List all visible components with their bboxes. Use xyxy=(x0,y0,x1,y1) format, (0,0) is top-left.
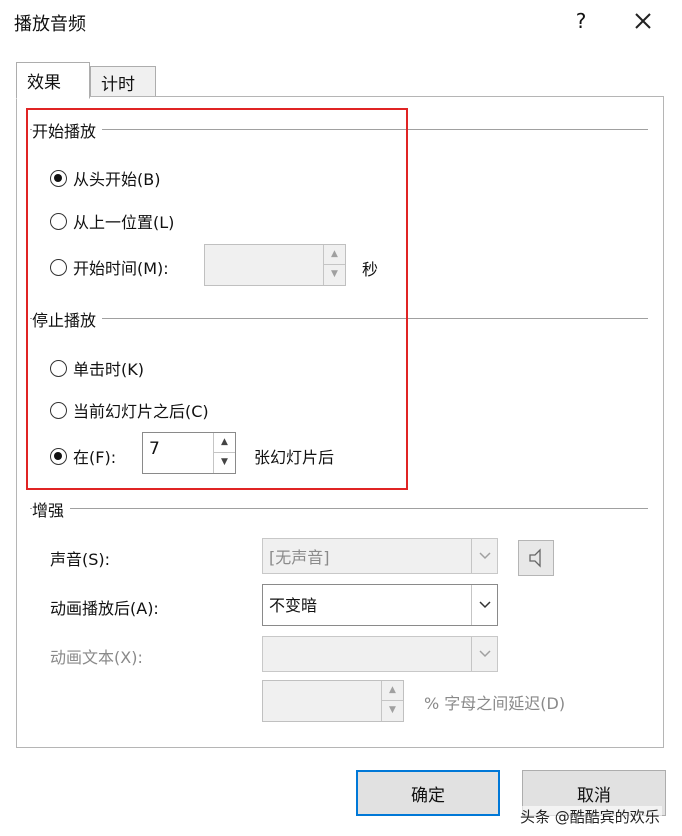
radio-button[interactable] xyxy=(50,212,67,230)
start-group-divider xyxy=(30,129,648,130)
spin-down-icon[interactable]: ▼ xyxy=(382,701,403,721)
start-group-label: 开始播放 xyxy=(32,118,103,142)
slides-count-spinner[interactable]: 7 ▲ ▼ xyxy=(142,432,236,474)
animate-text-dropdown[interactable] xyxy=(262,636,498,672)
stop-group-divider xyxy=(30,318,648,319)
dialog-title: 播放音频 xyxy=(14,14,86,35)
radio-from-beginning[interactable]: 从头开始(B) xyxy=(50,166,160,190)
chevron-down-icon xyxy=(478,552,491,560)
spin-up-icon[interactable]: ▲ xyxy=(382,681,403,701)
letter-delay-spinner[interactable]: ▲ ▼ xyxy=(262,680,404,722)
enhance-group-divider xyxy=(30,508,648,509)
radio-button[interactable] xyxy=(50,447,67,465)
radio-label: 从上一位置(L) xyxy=(73,213,175,232)
animate-text-label: 动画文本(X): xyxy=(50,648,143,667)
radio-from-last-position[interactable]: 从上一位置(L) xyxy=(50,209,174,233)
radio-after-current-slide[interactable]: 当前幻灯片之后(C) xyxy=(50,398,209,422)
sound-label: 声音(S): xyxy=(50,550,111,569)
watermark: 头条 @酷酷宾的欢乐 xyxy=(518,806,662,827)
close-button[interactable] xyxy=(626,4,660,38)
after-animation-value: 不变暗 xyxy=(269,596,318,615)
spin-down-icon[interactable]: ▼ xyxy=(324,265,345,285)
ok-button[interactable]: 确定 xyxy=(356,770,500,816)
sound-dropdown[interactable]: [无声音] xyxy=(262,538,498,574)
after-animation-dropdown[interactable]: 不变暗 xyxy=(262,584,498,626)
spin-up-icon[interactable]: ▲ xyxy=(214,433,235,453)
radio-label: 从头开始(B) xyxy=(73,170,161,189)
radio-label: 单击时(K) xyxy=(73,360,144,379)
chevron-down-icon xyxy=(478,601,491,609)
slides-count-value: 7 xyxy=(149,439,160,459)
chevron-down-icon xyxy=(478,650,491,658)
start-time-spinner[interactable]: ▲ ▼ xyxy=(204,244,346,286)
radio-on-click[interactable]: 单击时(K) xyxy=(50,356,144,380)
radio-button[interactable] xyxy=(50,258,67,276)
radio-label: 当前幻灯片之后(C) xyxy=(73,402,209,421)
help-button[interactable]: ? xyxy=(566,6,596,36)
title-bar: 播放音频 ? xyxy=(0,0,682,44)
radio-label: 在(F): xyxy=(73,448,117,467)
sound-value: [无声音] xyxy=(269,548,330,567)
sound-preview-button[interactable] xyxy=(518,540,554,576)
seconds-unit: 秒 xyxy=(362,260,379,279)
speaker-icon xyxy=(529,548,541,568)
close-icon xyxy=(635,13,651,29)
radio-button[interactable] xyxy=(50,401,67,419)
radio-button[interactable] xyxy=(50,169,67,187)
stop-group-label: 停止播放 xyxy=(32,307,103,331)
radio-after-slides[interactable]: 在(F): xyxy=(50,444,116,468)
radio-label: 开始时间(M): xyxy=(73,259,169,278)
tab-timing[interactable]: 计时 xyxy=(90,66,156,98)
tab-effects[interactable]: 效果 xyxy=(16,62,90,99)
slides-suffix: 张幻灯片后 xyxy=(254,448,335,467)
spin-down-icon[interactable]: ▼ xyxy=(214,453,235,473)
radio-start-time[interactable]: 开始时间(M): xyxy=(50,255,169,279)
letter-delay-suffix: % 字母之间延迟(D) xyxy=(424,694,566,713)
after-animation-label: 动画播放后(A): xyxy=(50,599,159,618)
enhance-group-label: 增强 xyxy=(32,497,71,521)
radio-button[interactable] xyxy=(50,359,67,377)
spin-up-icon[interactable]: ▲ xyxy=(324,245,345,265)
